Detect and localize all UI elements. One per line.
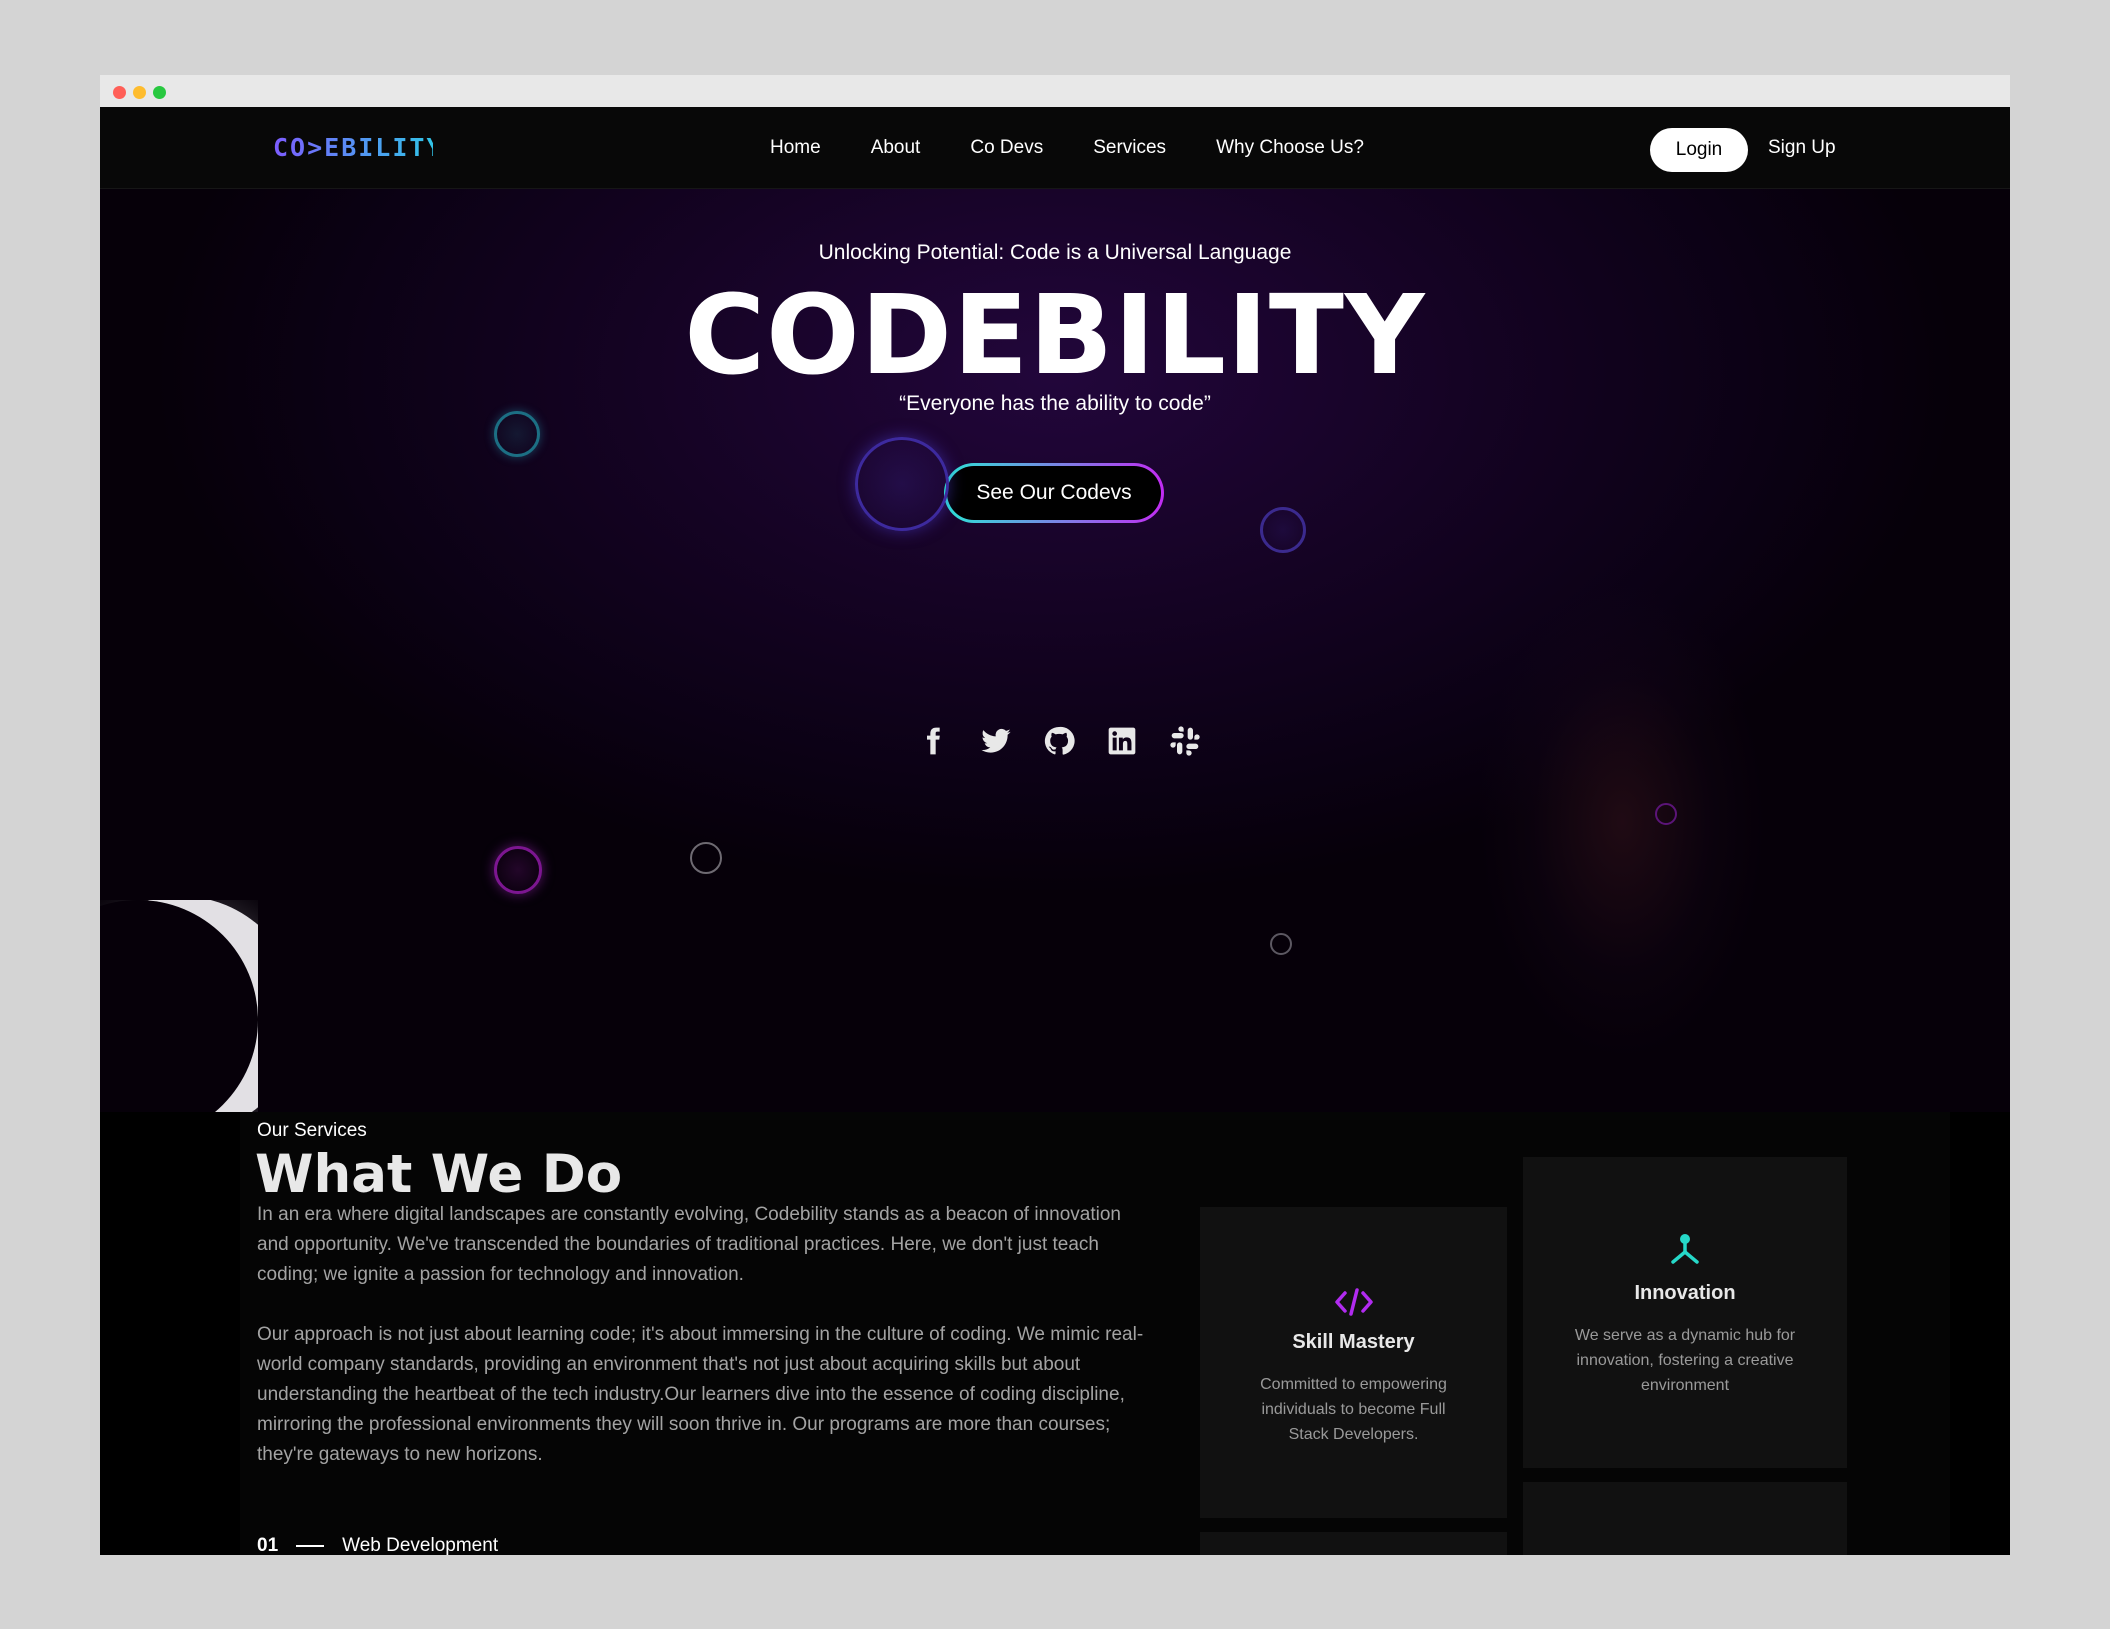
card-title: Innovation	[1634, 1282, 1736, 1304]
see-codevs-button[interactable]: See Our Codevs	[944, 463, 1164, 523]
linkedin-icon[interactable]	[1104, 723, 1139, 758]
slack-icon[interactable]	[1167, 723, 1202, 758]
hero-background-figure	[1460, 579, 1820, 1112]
decorative-bubble	[690, 842, 722, 874]
card-description: We serve as a dynamic hub for innovation…	[1574, 1327, 1796, 1394]
decorative-bubble	[494, 411, 540, 457]
card-title: Skill Mastery	[1292, 1331, 1415, 1353]
login-button[interactable]: Login	[1650, 128, 1748, 172]
browser-window: CO>EBILITY Home About Co Devs Services W…	[100, 75, 2010, 1555]
decorative-bubble	[1260, 507, 1306, 553]
window-titlebar	[100, 75, 2010, 107]
close-window-button[interactable]	[113, 86, 126, 99]
card-skill-mastery: Skill Mastery Committed to empowering in…	[1200, 1207, 1507, 1518]
services-paragraph-1: In an era where digital landscapes are c…	[257, 1204, 1121, 1285]
social-links	[915, 723, 1202, 758]
nav-about[interactable]: About	[871, 137, 921, 159]
code-icon	[1334, 1288, 1373, 1316]
decorative-bubble	[1655, 803, 1677, 825]
decorative-bubble	[1270, 933, 1292, 955]
nav-links: Home About Co Devs Services Why Choose U…	[770, 107, 1364, 189]
hero-quote: “Everyone has the ability to code”	[899, 392, 1211, 415]
maximize-window-button[interactable]	[153, 86, 166, 99]
logo[interactable]: CO>EBILITY	[273, 131, 442, 165]
service-number: 01	[257, 1535, 279, 1555]
decorative-bubble	[855, 437, 949, 531]
hero-title: CODEBILITY	[684, 271, 1426, 399]
nav-why-choose-us[interactable]: Why Choose Us?	[1216, 137, 1364, 159]
signup-link[interactable]: Sign Up	[1768, 137, 1836, 159]
twitter-icon[interactable]	[978, 723, 1013, 758]
service-divider	[296, 1545, 325, 1547]
hero-tagline: Unlocking Potential: Code is a Universal…	[818, 241, 1292, 264]
github-icon[interactable]	[1041, 723, 1076, 758]
facebook-icon[interactable]	[915, 723, 950, 758]
card-partial	[1200, 1532, 1507, 1555]
card-description: Committed to empowering individuals to b…	[1260, 1376, 1447, 1443]
hero-section: Unlocking Potential: Code is a Universal…	[100, 189, 2010, 1112]
decorative-bubble	[494, 846, 542, 894]
moon-decoration	[100, 900, 300, 1140]
section-label: Our Services	[257, 1120, 367, 1141]
section-title: What We Do	[255, 1144, 623, 1205]
nav-services[interactable]: Services	[1093, 137, 1166, 159]
card-innovation: Innovation We serve as a dynamic hub for…	[1523, 1157, 1847, 1468]
minimize-window-button[interactable]	[133, 86, 146, 99]
service-label: Web Development	[342, 1535, 499, 1555]
navbar: CO>EBILITY Home About Co Devs Services W…	[100, 107, 2010, 189]
services-paragraph-2: Our approach is not just about learning …	[257, 1324, 1144, 1465]
card-partial	[1523, 1482, 1847, 1555]
nav-codevs[interactable]: Co Devs	[970, 137, 1043, 159]
moon-crescent	[100, 900, 258, 1140]
nav-home[interactable]: Home	[770, 137, 821, 159]
service-list-item[interactable]: 01 Web Development	[257, 1535, 498, 1555]
network-icon	[1671, 1234, 1699, 1264]
